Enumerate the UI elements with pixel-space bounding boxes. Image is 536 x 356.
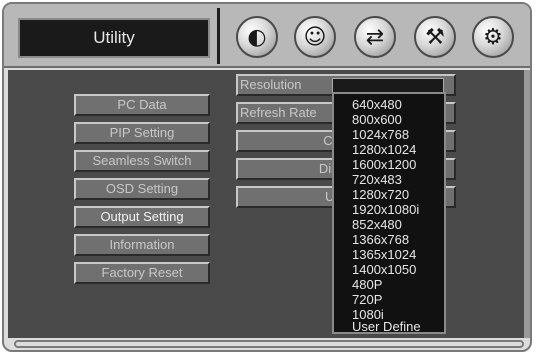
- dropdown-option[interactable]: User Define: [352, 320, 421, 333]
- dropdown-option[interactable]: 640x480: [352, 98, 402, 112]
- input-source-icon[interactable]: ⇄: [354, 16, 396, 58]
- dropdown-option[interactable]: 720x483: [352, 173, 402, 187]
- image-adjust-icon[interactable]: ◐: [236, 16, 278, 58]
- dropdown-option[interactable]: 1280x1024: [352, 143, 416, 157]
- bottom-scrollbar[interactable]: [14, 340, 524, 348]
- menu-item-output-setting[interactable]: Output Setting: [74, 206, 210, 228]
- utility-gears-icon[interactable]: ⚙: [472, 16, 514, 58]
- osd-window: Utility ◐ ☺ ⇄ ⚒ ⚙ PC Data PIP Setting Se…: [2, 2, 532, 352]
- dropdown-option[interactable]: 480P: [352, 278, 382, 292]
- dropdown-option[interactable]: 1600x1200: [352, 158, 416, 172]
- dropdown-option[interactable]: 800x600: [352, 113, 402, 127]
- resolution-label: Resolution: [240, 77, 302, 92]
- dropdown-option[interactable]: 1024x768: [352, 128, 409, 142]
- menu-title: Utility: [18, 18, 210, 58]
- refresh-rate-label: Refresh Rate: [240, 105, 317, 120]
- menu-item-factory-reset[interactable]: Factory Reset: [74, 262, 210, 284]
- dropdown-option[interactable]: 852x480: [352, 218, 402, 232]
- menu-item-information[interactable]: Information: [74, 234, 210, 256]
- tools-icon[interactable]: ⚒: [414, 16, 456, 58]
- smiley-monitor-icon[interactable]: ☺: [294, 16, 336, 58]
- menu-item-seamless-switch[interactable]: Seamless Switch: [74, 150, 210, 172]
- menu-item-pc-data[interactable]: PC Data: [74, 94, 210, 116]
- header-divider: [217, 8, 220, 64]
- right-rail: [524, 70, 530, 338]
- dropdown-option[interactable]: 1920x1080i: [352, 203, 419, 217]
- menu-item-pip-setting[interactable]: PIP Setting: [74, 122, 210, 144]
- menu-panel: PC Data PIP Setting Seamless Switch OSD …: [8, 70, 524, 338]
- dropdown-option[interactable]: 1366x768: [352, 233, 409, 247]
- resolution-dropdown: 640x480 800x600 1024x768 1280x1024 1600x…: [332, 92, 446, 334]
- dropdown-option[interactable]: 1365x1024: [352, 248, 416, 262]
- dropdown-option[interactable]: 1280x720: [352, 188, 409, 202]
- dropdown-option[interactable]: 1400x1050: [352, 263, 416, 277]
- osd-header: Utility ◐ ☺ ⇄ ⚒ ⚙: [4, 4, 530, 68]
- menu-item-osd-setting[interactable]: OSD Setting: [74, 178, 210, 200]
- main-menu: PC Data PIP Setting Seamless Switch OSD …: [74, 94, 212, 298]
- dropdown-option[interactable]: 720P: [352, 293, 382, 307]
